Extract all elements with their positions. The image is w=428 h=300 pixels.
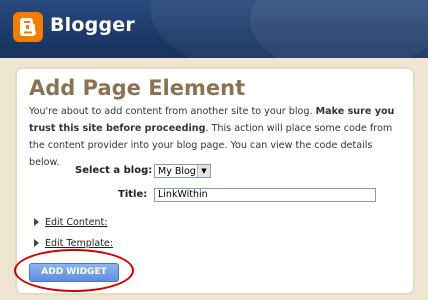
edit-content-expander[interactable]: Edit Content: [34,217,107,228]
expand-arrow-icon[interactable] [34,239,39,247]
highlight-circle [14,249,134,292]
select-blog-label: Select a blog: [75,165,153,176]
chevron-down-icon[interactable]: ▼ [197,165,210,177]
description-text: You're about to add content from another… [29,103,403,171]
blogger-logo-icon[interactable] [13,12,43,42]
edit-template-expander[interactable]: Edit Template: [34,238,113,249]
blogger-b-icon [20,18,36,36]
blog-select[interactable]: My Blog ▼ [154,164,211,178]
title-input[interactable]: LinkWithin [154,188,376,202]
edit-template-link[interactable]: Edit Template: [45,238,113,249]
description-part1: You're about to add content from another… [29,106,316,117]
add-page-element-panel: Add Page Element You're about to add con… [14,67,415,295]
expand-arrow-icon[interactable] [34,218,39,226]
edit-content-link[interactable]: Edit Content: [45,217,107,228]
page-title: Add Page Element [29,76,246,100]
brand-name[interactable]: Blogger [50,14,135,36]
header-bar: Blogger [0,0,428,58]
title-label: Title: [118,189,148,200]
header-decoration [250,0,428,58]
blog-select-value: My Blog [158,166,196,177]
